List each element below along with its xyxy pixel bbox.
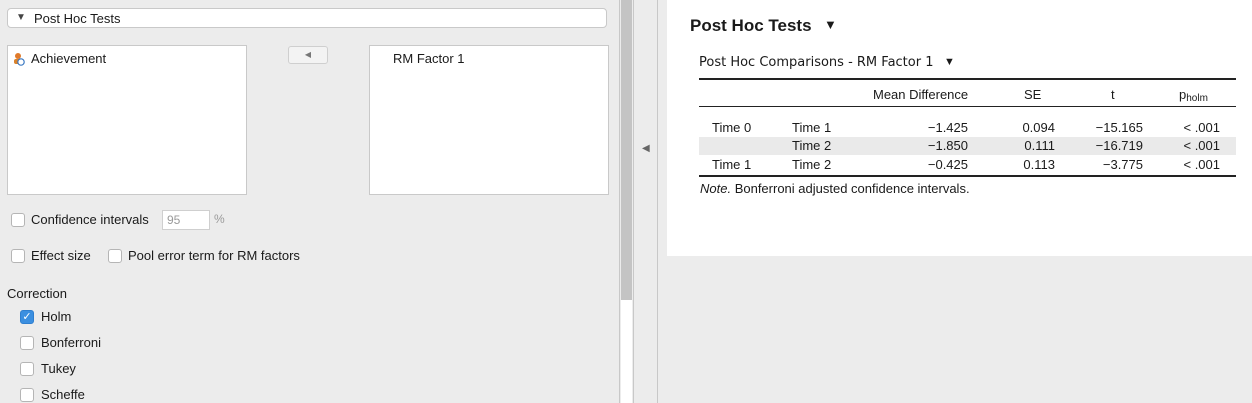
table-title: Post Hoc Comparisons - RM Factor 1 — [699, 55, 934, 70]
selected-terms-list[interactable]: RM Factor 1 — [369, 45, 609, 195]
table-header-rule — [699, 106, 1236, 107]
cell-mean-difference: −0.425 — [927, 157, 968, 172]
triangle-down-icon: ▼ — [16, 12, 26, 23]
bonferroni-checkbox[interactable] — [20, 336, 34, 350]
scale-variable-icon — [12, 52, 26, 66]
cell-t: −3.775 — [1102, 157, 1143, 172]
row-group-label: Time 1 — [712, 157, 752, 172]
header-holm-subscript: holm — [1186, 93, 1208, 104]
options-scrollbar-track[interactable] — [621, 300, 632, 403]
available-variables-list[interactable]: Achievement — [7, 45, 247, 195]
scheffe-checkbox[interactable] — [20, 388, 34, 402]
bonferroni-label: Bonferroni — [41, 335, 101, 350]
results-title-menu-icon[interactable]: ▼ — [824, 17, 837, 32]
holm-label: Holm — [41, 309, 72, 324]
holm-checkbox[interactable]: ✓ — [20, 310, 34, 324]
cell-mean-difference: −1.425 — [927, 120, 968, 135]
cell-p-holm: < .001 — [1183, 120, 1220, 135]
table-bottom-rule — [699, 175, 1236, 177]
cell-mean-difference: −1.850 — [927, 138, 968, 153]
scheffe-label: Scheffe — [41, 387, 85, 402]
cell-t: −16.719 — [1095, 138, 1143, 153]
cell-t: −15.165 — [1095, 120, 1143, 135]
move-variable-button[interactable]: ◀ — [288, 46, 328, 64]
confidence-level-input[interactable]: 95 — [162, 210, 210, 230]
confidence-intervals-label: Confidence intervals — [31, 212, 149, 227]
tukey-label: Tukey — [41, 361, 76, 376]
section-title: Post Hoc Tests — [34, 11, 121, 26]
confidence-intervals-checkbox[interactable] — [11, 213, 25, 227]
splitter-border-right — [657, 0, 658, 403]
cell-p-holm: < .001 — [1183, 138, 1220, 153]
cell-se: 0.094 — [1022, 120, 1055, 135]
post-hoc-section-header[interactable]: ▼ Post Hoc Tests — [7, 8, 607, 28]
variable-item-achievement[interactable]: Achievement — [31, 51, 106, 66]
note-label: Note. — [700, 181, 732, 196]
header-t: t — [1111, 87, 1115, 102]
splitter-border-mid — [633, 0, 634, 403]
header-se: SE — [1024, 87, 1042, 102]
correction-heading: Correction — [7, 286, 67, 301]
pool-error-checkbox[interactable] — [108, 249, 122, 263]
options-scrollbar-thumb[interactable] — [621, 0, 632, 300]
percent-unit-label: % — [214, 212, 225, 226]
pool-error-label: Pool error term for RM factors — [128, 248, 300, 263]
table-menu-icon[interactable]: ▼ — [944, 56, 955, 68]
results-title: Post Hoc Tests — [690, 16, 812, 35]
effect-size-checkbox[interactable] — [11, 249, 25, 263]
cell-p-holm: < .001 — [1183, 157, 1220, 172]
header-p-holm: pholm — [1179, 87, 1208, 104]
row-comparison-label: Time 2 — [792, 138, 832, 153]
checkmark-icon: ✓ — [22, 311, 32, 323]
term-item-rm-factor-1[interactable]: RM Factor 1 — [393, 51, 465, 66]
table-top-rule — [699, 78, 1236, 80]
table-footnote: Note. Bonferroni adjusted confidence int… — [700, 181, 970, 196]
effect-size-label: Effect size — [31, 248, 91, 263]
row-comparison-label: Time 1 — [792, 120, 832, 135]
note-text: Bonferroni adjusted confidence intervals… — [731, 181, 970, 196]
row-group-label: Time 0 — [712, 120, 752, 135]
cell-se: 0.113 — [1023, 157, 1055, 172]
header-mean-difference: Mean Difference — [873, 87, 969, 102]
row-comparison-label: Time 2 — [792, 157, 832, 172]
tukey-checkbox[interactable] — [20, 362, 34, 376]
cell-se: 0.111 — [1024, 138, 1055, 153]
arrow-left-icon: ◀ — [304, 50, 312, 59]
collapse-panel-arrow-icon[interactable]: ◀ — [642, 143, 650, 154]
splitter-border-left — [619, 0, 620, 403]
